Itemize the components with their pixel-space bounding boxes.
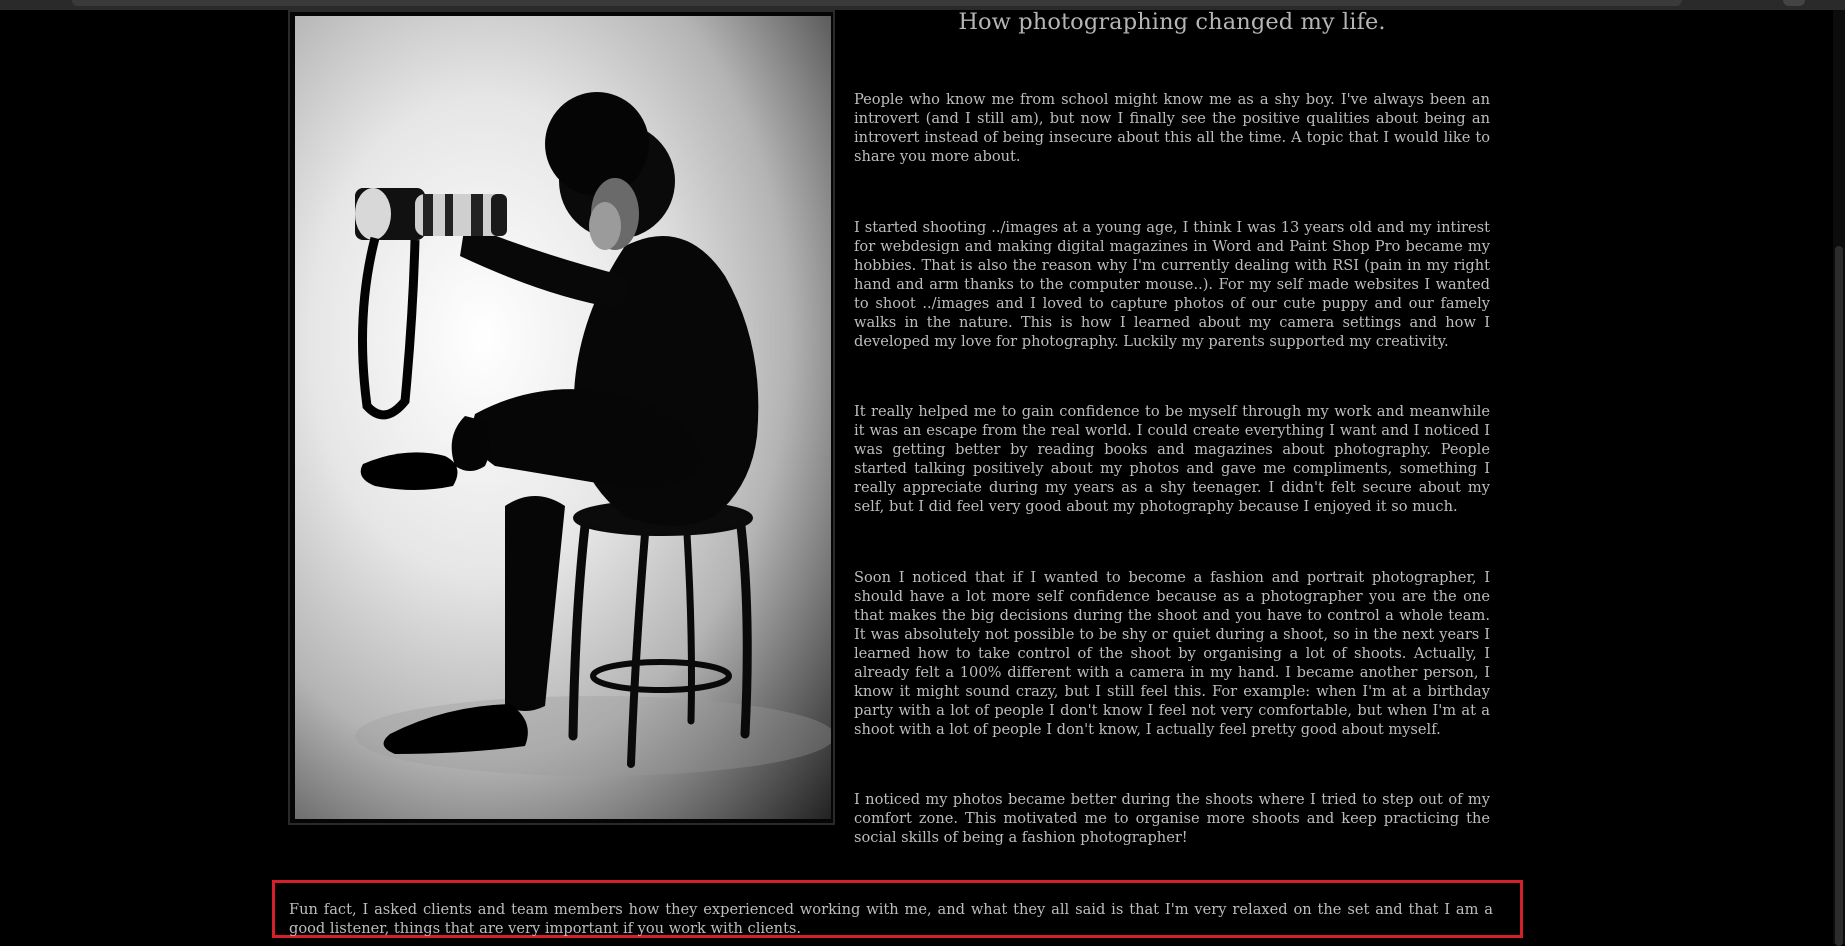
page-title: How photographing changed my life.	[958, 9, 1386, 35]
article-content: How photographing changed my life. Peopl…	[854, 6, 1490, 846]
article-paragraph: People who know me from school might kno…	[854, 91, 1490, 165]
article-paragraph: Soon I noticed that if I wanted to becom…	[854, 569, 1490, 738]
profile-icon[interactable]	[1783, 0, 1805, 6]
fun-fact-highlight-box: Fun fact, I asked clients and team membe…	[272, 880, 1523, 938]
fun-fact-text: Fun fact, I asked clients and team membe…	[289, 901, 1493, 937]
article-paragraph: It really helped me to gain confidence t…	[854, 403, 1490, 515]
portrait-photo-frame	[288, 10, 835, 825]
page-scrollbar[interactable]	[1833, 10, 1845, 946]
article-paragraph: I started shooting ../images at a young …	[854, 219, 1490, 350]
scrollbar-thumb[interactable]	[1835, 246, 1843, 946]
photographer-portrait-image	[295, 16, 831, 819]
article-paragraph: I noticed my photos became better during…	[854, 791, 1490, 846]
